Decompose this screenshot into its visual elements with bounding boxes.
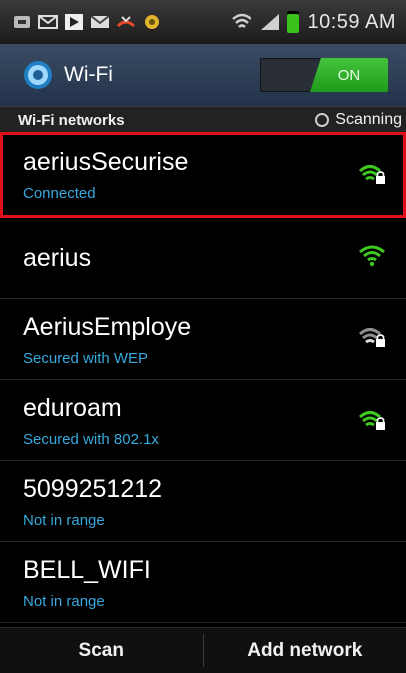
wifi-toggle[interactable]: ON <box>260 58 388 92</box>
clock: 10:59 AM <box>307 11 396 34</box>
network-item[interactable]: eduroam Secured with 802.1x <box>0 380 406 461</box>
status-bar: 10:59 AM <box>0 0 406 44</box>
mail-icon <box>38 13 58 31</box>
wifi-header: Wi-Fi ON <box>0 44 406 106</box>
wifi-secured-strong-icon <box>358 408 386 432</box>
network-item[interactable]: BELL_WIFI Not in range <box>0 542 406 623</box>
network-status: Connected <box>23 185 96 202</box>
network-status: Not in range <box>23 593 105 610</box>
wifi-settings-icon <box>20 57 56 93</box>
network-ssid: 5099251212 <box>23 475 162 504</box>
network-status: Not in range <box>23 512 105 529</box>
bottom-action-bar: Scan Add network <box>0 627 406 673</box>
scan-button[interactable]: Scan <box>0 628 203 673</box>
wifi-networks-section: Wi-Fi networks Scanning <box>0 106 406 133</box>
page-title: Wi-Fi <box>64 63 113 87</box>
wifi-strong-icon <box>358 244 386 268</box>
wifi-secured-weak-icon <box>358 325 386 349</box>
scanning-spinner-icon <box>315 113 329 127</box>
network-item[interactable]: aerius <box>0 218 406 299</box>
network-ssid: AeriusEmploye <box>23 313 191 342</box>
settings-icon <box>142 13 162 31</box>
play-store-icon <box>64 13 84 31</box>
gmail-icon <box>90 13 110 31</box>
add-network-button[interactable]: Add network <box>204 628 406 673</box>
wifi-secured-strong-icon <box>358 162 386 186</box>
missed-call-icon <box>116 13 136 31</box>
scanning-label: Scanning <box>335 111 402 129</box>
network-ssid: aeriusSecurise <box>23 148 188 177</box>
status-notifications <box>0 13 162 31</box>
network-ssid: BELL_WIFI <box>23 556 151 585</box>
toggle-on-label: ON <box>310 58 388 92</box>
network-item[interactable]: aeriusSecurise Connected <box>0 132 406 218</box>
notification-icon <box>12 13 32 31</box>
battery-icon <box>287 11 299 33</box>
scanning-indicator: Scanning <box>315 111 402 129</box>
network-status: Secured with 802.1x <box>23 431 159 448</box>
network-ssid: eduroam <box>23 394 122 423</box>
signal-icon <box>259 13 279 31</box>
network-item[interactable]: 5099251212 Not in range <box>0 461 406 542</box>
wifi-icon <box>231 13 251 31</box>
network-item[interactable]: AeriusEmploye Secured with WEP <box>0 299 406 380</box>
section-title: Wi-Fi networks <box>18 112 125 129</box>
network-status: Secured with WEP <box>23 350 148 367</box>
network-ssid: aerius <box>23 244 91 273</box>
